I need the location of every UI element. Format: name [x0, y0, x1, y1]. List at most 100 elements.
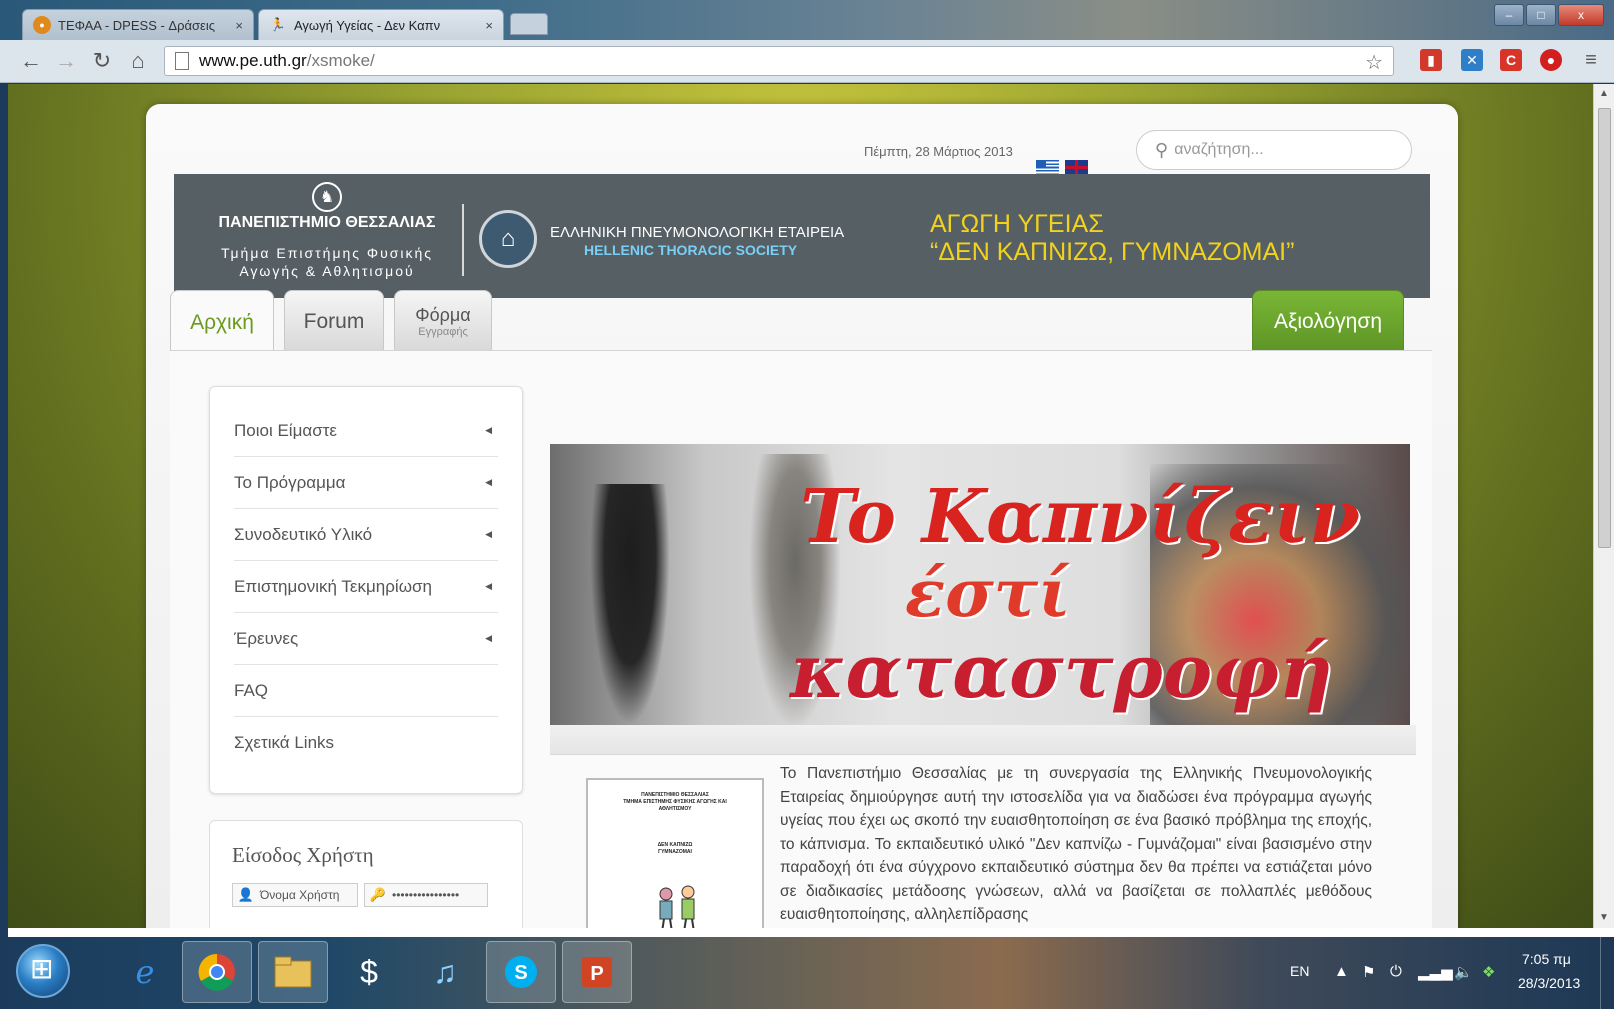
close-window-button[interactable]: x	[1558, 4, 1604, 26]
runner-favicon-icon: 🏃	[269, 17, 287, 32]
booklet-cartoon-icon	[659, 885, 695, 928]
tab-registration-form[interactable]: Φόρμα Εγγραφής	[394, 290, 492, 352]
pdf-extension-icon[interactable]: ▮	[1420, 49, 1442, 71]
menu-item-scientific-documentation[interactable]: Επιστημονική Τεκμηρίωση ◀	[234, 561, 498, 613]
booklet-thumbnail[interactable]: ΠΑΝΕΠΙΣΤΗΜΙΟ ΘΕΣΣΑΛΙΑΣ ΤΜΗΜΑ ΕΠΙΣΤΗΜΗΣ Φ…	[586, 778, 764, 928]
site-container: Πέμπτη, 28 Μάρτιος 2013 ⚲ αναζήτηση... ♞…	[146, 104, 1458, 928]
english-flag-icon[interactable]	[1065, 160, 1088, 175]
network-signal-icon[interactable]: ▂▃▅	[1418, 963, 1453, 981]
translate-extension-icon[interactable]: ✕	[1461, 49, 1483, 71]
society-name-english: HELLENIC THORACIC SOCIETY	[584, 242, 798, 258]
hero-text-line1: To Καπνίζειν	[800, 474, 1361, 560]
tefaa-favicon-icon: ●	[33, 16, 51, 34]
scroll-up-arrow-icon[interactable]: ▲	[1599, 88, 1609, 99]
svg-text:P: P	[590, 963, 603, 985]
booklet-line4: ΔΕΝ ΚΑΠΝΙΖΩ	[657, 842, 693, 848]
browser-status-strip	[8, 928, 1614, 937]
department-line1: Τμήμα Επιστήμης Φυσικής	[220, 245, 434, 261]
menu-item-research[interactable]: Έρευνες ◀	[234, 613, 498, 665]
menu-item-label: Συνοδευτικό Υλικό	[234, 524, 373, 544]
file-explorer-icon[interactable]	[258, 941, 328, 1003]
menu-item-who-we-are[interactable]: Ποιοι Είμαστε ◀	[234, 405, 498, 457]
bookmark-star-icon[interactable]: ☆	[1365, 50, 1383, 75]
url-host: www.pe.uth.gr	[199, 51, 307, 70]
tab-home-label: Αρχική	[190, 310, 254, 334]
tab-form-sublabel: Εγγραφής	[418, 326, 468, 338]
scrollbar-thumb[interactable]	[1598, 108, 1611, 548]
menu-item-label: Ποιοι Είμαστε	[234, 420, 337, 440]
start-button[interactable]	[16, 944, 70, 998]
browser-tab-active[interactable]: 🏃 Αγωγή Υγείας - Δεν Καπν ×	[258, 9, 504, 40]
windows-taskbar: ℯ $ ♫ S P EN ▲ ⚑ ⏻ ▂▃▅ 🔈 ❖ 7:05 πμ 28	[0, 937, 1614, 1009]
page-icon	[175, 52, 189, 70]
menu-icon[interactable]: ≡	[1580, 49, 1602, 71]
tab-home[interactable]: Αρχική	[170, 290, 274, 354]
username-input[interactable]: 👤 Όνομα Χρήστη	[232, 883, 358, 907]
password-input[interactable]: 🔑 ••••••••••••••••	[364, 883, 488, 907]
program-title-line1: ΑΓΩΓΗ ΥΓΕΙΑΣ	[930, 210, 1104, 238]
browser-tab-tefaa[interactable]: ● ΤΕΦΑΑ - DPESS - Δράσεις ×	[22, 9, 254, 40]
stop-extension-icon[interactable]: ●	[1540, 49, 1562, 71]
maximize-button[interactable]: □	[1526, 4, 1556, 26]
intro-paragraph: Το Πανεπιστήμιο Θεσσαλίας με τη συνεργασ…	[780, 765, 1372, 923]
currency-app-icon[interactable]: $	[334, 941, 404, 1003]
hero-image: To Καπνίζειν έστί καταστροφή	[550, 444, 1410, 725]
itunes-icon[interactable]: ♫	[410, 941, 480, 1003]
chrome-icon[interactable]	[182, 941, 252, 1003]
user-icon: 👤	[237, 887, 255, 902]
current-date: Πέμπτη, 28 Μάρτιος 2013	[864, 144, 1013, 159]
menu-item-label: Επιστημονική Τεκμηρίωση	[234, 576, 432, 596]
address-bar[interactable]: www.pe.uth.gr/xsmoke/ ☆	[164, 46, 1394, 76]
password-value: ••••••••••••••••	[392, 888, 460, 902]
reload-icon[interactable]: ↻	[88, 48, 116, 74]
forward-arrow-icon[interactable]: →	[52, 48, 80, 74]
hero-text-line3: καταστροφή	[790, 629, 1333, 715]
booklet-line1: ΠΑΝΕΠΙΣΤΗΜΙΟ ΘΕΣΣΑΛΙΑΣ	[641, 792, 709, 798]
search-input[interactable]: ⚲ αναζήτηση...	[1136, 130, 1412, 170]
c-extension-icon[interactable]: C	[1500, 49, 1522, 71]
hero-girl-figure	[590, 484, 670, 725]
skype-icon[interactable]: S	[486, 941, 556, 1003]
window-controls: – □ x	[1494, 4, 1604, 26]
university-name: ΠΑΝΕΠΙΣΤΗΜΙΟ ΘΕΣΣΑΛΙΑΣ	[218, 214, 436, 231]
language-indicator[interactable]: EN	[1290, 963, 1309, 979]
submenu-arrow-icon: ◀	[485, 425, 492, 435]
page-scrollbar[interactable]: ▲ ▼	[1593, 84, 1614, 928]
folder-icon	[274, 956, 312, 988]
volume-icon[interactable]: 🔈	[1454, 963, 1473, 981]
powerpoint-logo-icon: P	[582, 957, 612, 987]
tab-forum[interactable]: Forum	[284, 290, 384, 352]
minimize-button[interactable]: –	[1494, 4, 1524, 26]
action-center-flag-icon[interactable]: ⚑	[1362, 963, 1375, 981]
new-tab-button[interactable]	[510, 13, 548, 35]
menu-item-links[interactable]: Σχετικά Links	[234, 717, 498, 769]
tab-evaluation[interactable]: Αξιολόγηση	[1252, 290, 1404, 352]
menu-item-label: Έρευνες	[234, 628, 299, 648]
back-arrow-icon[interactable]: ←	[17, 48, 45, 74]
tab-close-icon[interactable]: ×	[235, 18, 243, 33]
greek-flag-icon[interactable]	[1036, 160, 1059, 175]
powerpoint-icon[interactable]: P	[562, 941, 632, 1003]
skype-logo-icon: S	[505, 956, 537, 988]
scroll-down-arrow-icon[interactable]: ▼	[1599, 912, 1609, 923]
home-icon[interactable]: ⌂	[124, 48, 152, 74]
tab-close-icon[interactable]: ×	[485, 18, 493, 33]
browser-titlebar: ● ΤΕΦΑΑ - DPESS - Δράσεις × 🏃 Αγωγή Υγεί…	[0, 0, 1614, 40]
show-hidden-icons-icon[interactable]: ▲	[1334, 963, 1349, 980]
menu-item-program[interactable]: Το Πρόγραμμα ◀	[234, 457, 498, 509]
show-desktop-button[interactable]	[1600, 937, 1614, 1009]
submenu-arrow-icon: ◀	[485, 477, 492, 487]
clock-time[interactable]: 7:05 πμ	[1522, 951, 1571, 967]
dropbox-icon[interactable]: ❖	[1482, 963, 1495, 981]
power-plug-icon[interactable]: ⏻	[1390, 963, 1402, 980]
menu-item-faq[interactable]: FAQ	[234, 665, 498, 717]
clock-date[interactable]: 28/3/2013	[1518, 975, 1580, 991]
tab-title: Αγωγή Υγείας - Δεν Καπν	[294, 17, 441, 33]
submenu-arrow-icon: ◀	[485, 581, 492, 591]
program-title-line2: “ΔΕΝ ΚΑΠΝΙΖΩ, ΓΥΜΝΑΖΟΜΑΙ”	[930, 238, 1295, 266]
chrome-logo-icon	[198, 953, 235, 991]
menu-item-materials[interactable]: Συνοδευτικό Υλικό ◀	[234, 509, 498, 561]
university-logo-icon: ♞	[312, 182, 342, 212]
hero-text-line2: έστί	[905, 554, 1071, 632]
internet-explorer-icon[interactable]: ℯ	[110, 941, 180, 1003]
